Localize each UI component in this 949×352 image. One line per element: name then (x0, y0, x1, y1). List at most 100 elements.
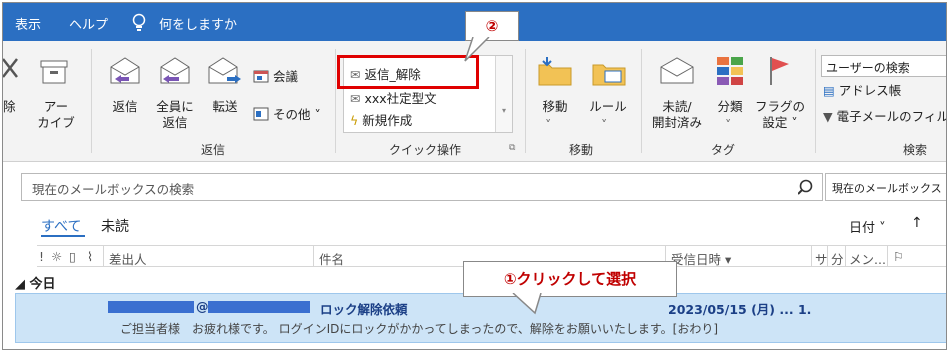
address-book-button[interactable]: ▤ アドレス帳 (823, 83, 901, 99)
group-today-label: 今日 (29, 277, 56, 292)
ribbon-separator (815, 49, 816, 153)
delete-button-label[interactable]: 除 (3, 99, 16, 115)
header-separator (827, 246, 828, 266)
header-separator (313, 246, 314, 266)
callout-pointer (512, 293, 542, 315)
header-separator (811, 246, 812, 266)
reply-all-icon[interactable] (155, 55, 195, 87)
quick-step-2-label: xxx社定型文 (364, 91, 437, 106)
move-dropdown-icon[interactable]: ˅ (545, 117, 551, 133)
unread-read-icon[interactable] (659, 55, 695, 87)
categorize-icon[interactable] (715, 55, 745, 87)
expand-gallery-icon[interactable]: ▾ (496, 106, 512, 115)
filter-email-label: 電子メールのフィル (836, 109, 947, 124)
rules-button[interactable]: ルール (587, 99, 629, 115)
from-column[interactable]: 差出人 (109, 249, 147, 268)
unread-read-button[interactable]: 未読/ 開封済み (647, 99, 707, 131)
mail-received: 2023/05/15 (月) ... 1. (668, 302, 812, 317)
sort-by-date[interactable]: 日付 ˅ (849, 217, 886, 236)
category-column[interactable]: 分 (831, 249, 844, 268)
move-folder-icon[interactable] (537, 55, 573, 87)
archive-label-2: カイブ (37, 115, 75, 130)
meeting-button[interactable]: 会議 (273, 69, 298, 85)
redacted-sender (108, 301, 194, 313)
flag-icon[interactable] (767, 55, 791, 87)
template-quickstep-icon: ✉ (350, 91, 361, 106)
move-button[interactable]: 移動 (535, 99, 575, 115)
archive-label-1: アー (43, 99, 69, 114)
reply-icon[interactable] (107, 55, 143, 87)
importance-column-icon[interactable]: ! (39, 249, 44, 264)
group-tags-label: タグ (711, 143, 736, 157)
flag-button[interactable]: フラグの 設定 ˅ (755, 99, 805, 131)
search-people-field[interactable]: ユーザーの検索 (821, 55, 946, 77)
more-respond-icon (253, 107, 269, 121)
flag-label-1: フラグの (755, 99, 806, 114)
more-respond-button[interactable]: その他 ˅ (273, 107, 321, 123)
outlook-window: 表示 ヘルプ 何をしますか 除 アー カイブ 返信 全員に 返信 転送 会議 そ… (2, 2, 947, 350)
redacted-sender-domain (208, 301, 310, 313)
delete-icon[interactable] (3, 55, 25, 85)
callout-step1: ①クリックして選択 (463, 261, 677, 297)
search-icon[interactable] (798, 178, 816, 196)
unread-read-label-2: 開封済み (651, 115, 702, 130)
group-move-label: 移動 (569, 143, 594, 157)
search-placeholder: 現在のメールボックスの検索 (32, 182, 195, 197)
flag-label-2: 設定 ˅ (762, 115, 798, 130)
group-today[interactable]: ◢ 今日 (15, 273, 56, 292)
header-separator (845, 246, 846, 266)
header-separator (103, 246, 104, 266)
tab-all[interactable]: すべて (41, 216, 81, 236)
flag-status-column-icon[interactable]: ⚐ (893, 249, 904, 264)
subject-column[interactable]: 件名 (319, 249, 344, 268)
collapse-icon: ◢ (15, 277, 25, 292)
tab-all-underline (41, 235, 85, 237)
dialog-launcher-icon[interactable]: ⧉ (509, 143, 515, 153)
archive-button[interactable]: アー カイブ (37, 99, 75, 131)
sort-direction-icon[interactable]: ↑ (911, 215, 923, 231)
group-quick-steps-label: クイック操作 (389, 143, 462, 157)
forward-icon[interactable] (207, 55, 243, 87)
archive-icon[interactable] (39, 57, 69, 87)
menu-view[interactable]: 表示 (15, 14, 41, 33)
forward-button[interactable]: 転送 (207, 99, 243, 115)
quick-step-template[interactable]: ✉ xxx社定型文 (350, 88, 437, 107)
reply-all-label-1: 全員に (156, 99, 194, 114)
rules-dropdown-icon[interactable]: ˅ (601, 117, 607, 133)
quick-step-create-new[interactable]: ϟ 新規作成 (350, 110, 412, 129)
size-column[interactable]: サ (815, 249, 828, 268)
categorize-button[interactable]: 分類 (713, 99, 747, 115)
sender-at: @ (196, 299, 209, 314)
address-book-label: アドレス帳 (838, 83, 902, 98)
rules-icon[interactable] (591, 55, 627, 87)
categorize-dropdown-icon[interactable]: ˅ (725, 117, 731, 133)
search-scope-text: 現在のメールボックス (832, 182, 942, 195)
item-type-column-icon[interactable]: ▯ (69, 249, 76, 264)
ribbon-separator (525, 49, 526, 153)
filter-email-button[interactable]: ▼ 電子メールのフィル (823, 109, 947, 125)
ribbon-separator (335, 49, 336, 153)
more-label: その他 (273, 107, 311, 122)
received-column[interactable]: 受信日時 ▾ (671, 249, 731, 268)
attachment-column-icon[interactable]: ⌇ (87, 249, 93, 264)
mail-subject: ロック解除依頼 (320, 302, 408, 317)
lightbulb-icon (132, 13, 146, 31)
quick-steps-scrollbar[interactable]: ▾ (495, 56, 512, 132)
mention-column[interactable]: メン... (849, 249, 886, 268)
reply-all-label-2: 返信 (162, 115, 188, 130)
reminder-column-icon[interactable]: ☼ (51, 249, 62, 264)
search-people-text: ユーザーの検索 (826, 61, 910, 75)
search-scope-dropdown[interactable]: 現在のメールボックス (825, 173, 946, 201)
ribbon-separator (91, 49, 92, 153)
group-respond-label: 返信 (201, 143, 226, 157)
tab-unread[interactable]: 未読 (101, 216, 129, 236)
quick-step-3-label: 新規作成 (362, 113, 413, 128)
address-book-icon: ▤ (823, 83, 835, 98)
mail-item-selected[interactable]: @ ロック解除依頼 2023/05/15 (月) ... 1. ご担当者様 お疲… (15, 293, 946, 343)
tell-me-box[interactable]: 何をしますか (159, 14, 237, 33)
menu-help[interactable]: ヘルプ (69, 14, 108, 33)
reply-all-button[interactable]: 全員に 返信 (151, 99, 199, 131)
reply-button[interactable]: 返信 (107, 99, 143, 115)
lightning-icon: ϟ (350, 113, 359, 128)
mailbox-search-input[interactable]: 現在のメールボックスの検索 (21, 173, 823, 201)
